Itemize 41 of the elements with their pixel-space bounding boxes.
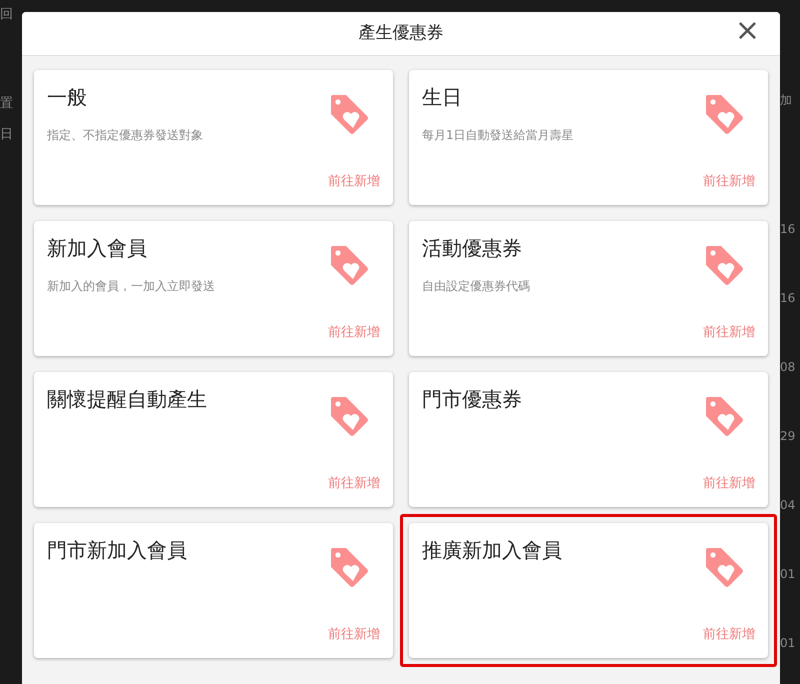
- heart-tag-icon: [329, 244, 369, 286]
- heart-tag-icon: [329, 546, 369, 588]
- background-text: 回: [0, 6, 13, 23]
- background-text: 01: [780, 635, 796, 652]
- card-title: 關懷提醒自動產生: [47, 386, 207, 412]
- background-text: 日: [0, 126, 13, 143]
- coupon-card[interactable]: 一般 指定、不指定優惠券發送對象 前往新增: [34, 70, 393, 205]
- background-text: 加: [780, 92, 792, 109]
- card-title: 門市新加入會員: [47, 537, 187, 563]
- heart-tag-icon: [704, 93, 744, 135]
- heart-tag-icon: [704, 546, 744, 588]
- background-text: 16: [780, 221, 796, 238]
- heart-tag-icon: [329, 395, 369, 437]
- card-title: 一般: [47, 84, 88, 110]
- dialog-title: 產生優惠券: [358, 22, 444, 45]
- heart-tag-icon: [704, 395, 744, 437]
- card-description: 指定、不指定優惠券發送對象: [47, 127, 203, 144]
- heart-tag-icon: [704, 244, 744, 286]
- background-text: 01: [780, 566, 796, 583]
- card-title: 門市優惠券: [422, 386, 522, 412]
- heart-tag-icon: [329, 93, 369, 135]
- coupon-card[interactable]: 門市新加入會員 前往新增: [34, 523, 393, 658]
- coupon-card[interactable]: 活動優惠券 自由設定優惠券代碼 前往新增: [409, 221, 768, 356]
- card-title: 新加入會員: [47, 235, 148, 261]
- card-description: 每月1日自動發送給當月壽星: [422, 127, 574, 144]
- card-description: 新加入的會員，一加入立即發送: [47, 278, 215, 295]
- background-text: 29: [780, 428, 796, 445]
- background-text: 04: [780, 497, 796, 514]
- background-text: 08: [780, 359, 796, 376]
- background-text: 16: [780, 290, 796, 307]
- coupon-card[interactable]: 新加入會員 新加入的會員，一加入立即發送 前往新增: [34, 221, 393, 356]
- card-title: 活動優惠券: [422, 235, 523, 261]
- close-button[interactable]: ×: [734, 16, 760, 46]
- background-text: 置: [0, 95, 13, 112]
- coupon-card[interactable]: 關懷提醒自動產生 前往新增: [34, 372, 393, 507]
- card-description: 自由設定優惠券代碼: [422, 278, 530, 295]
- coupon-card[interactable]: 門市優惠券 前往新增: [409, 372, 768, 507]
- coupon-card[interactable]: 生日 每月1日自動發送給當月壽星 前往新增: [409, 70, 768, 205]
- card-title: 推廣新加入會員: [422, 537, 562, 563]
- coupon-card[interactable]: 推廣新加入會員 前往新增: [409, 523, 768, 658]
- card-title: 生日: [422, 84, 463, 110]
